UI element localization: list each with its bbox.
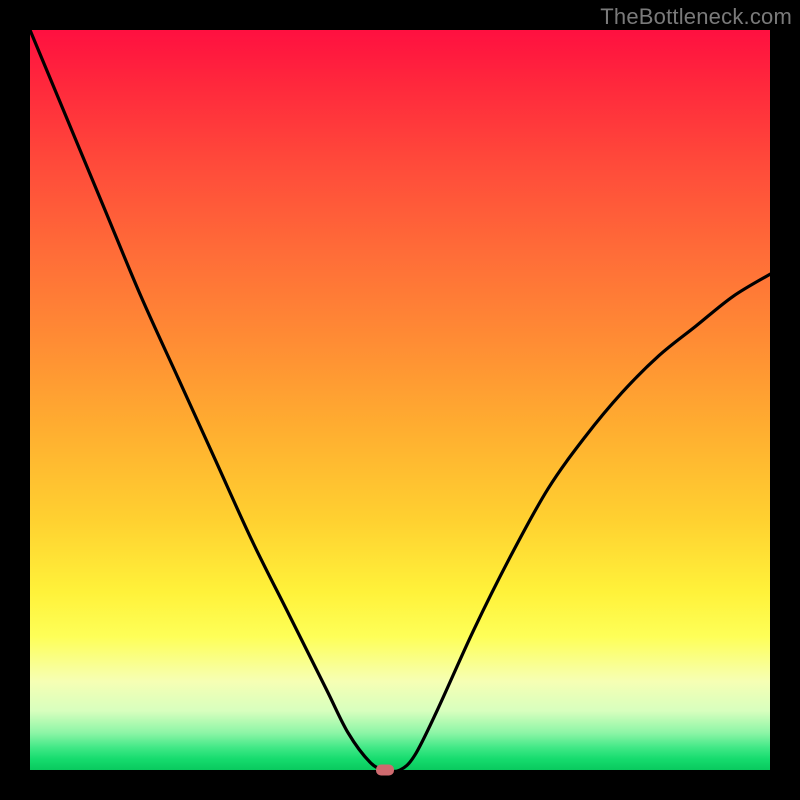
curve-path	[30, 30, 770, 771]
bottleneck-curve	[30, 30, 770, 770]
chart-frame: TheBottleneck.com	[0, 0, 800, 800]
minimum-marker	[376, 765, 394, 776]
plot-area	[30, 30, 770, 770]
watermark-text: TheBottleneck.com	[600, 4, 792, 30]
